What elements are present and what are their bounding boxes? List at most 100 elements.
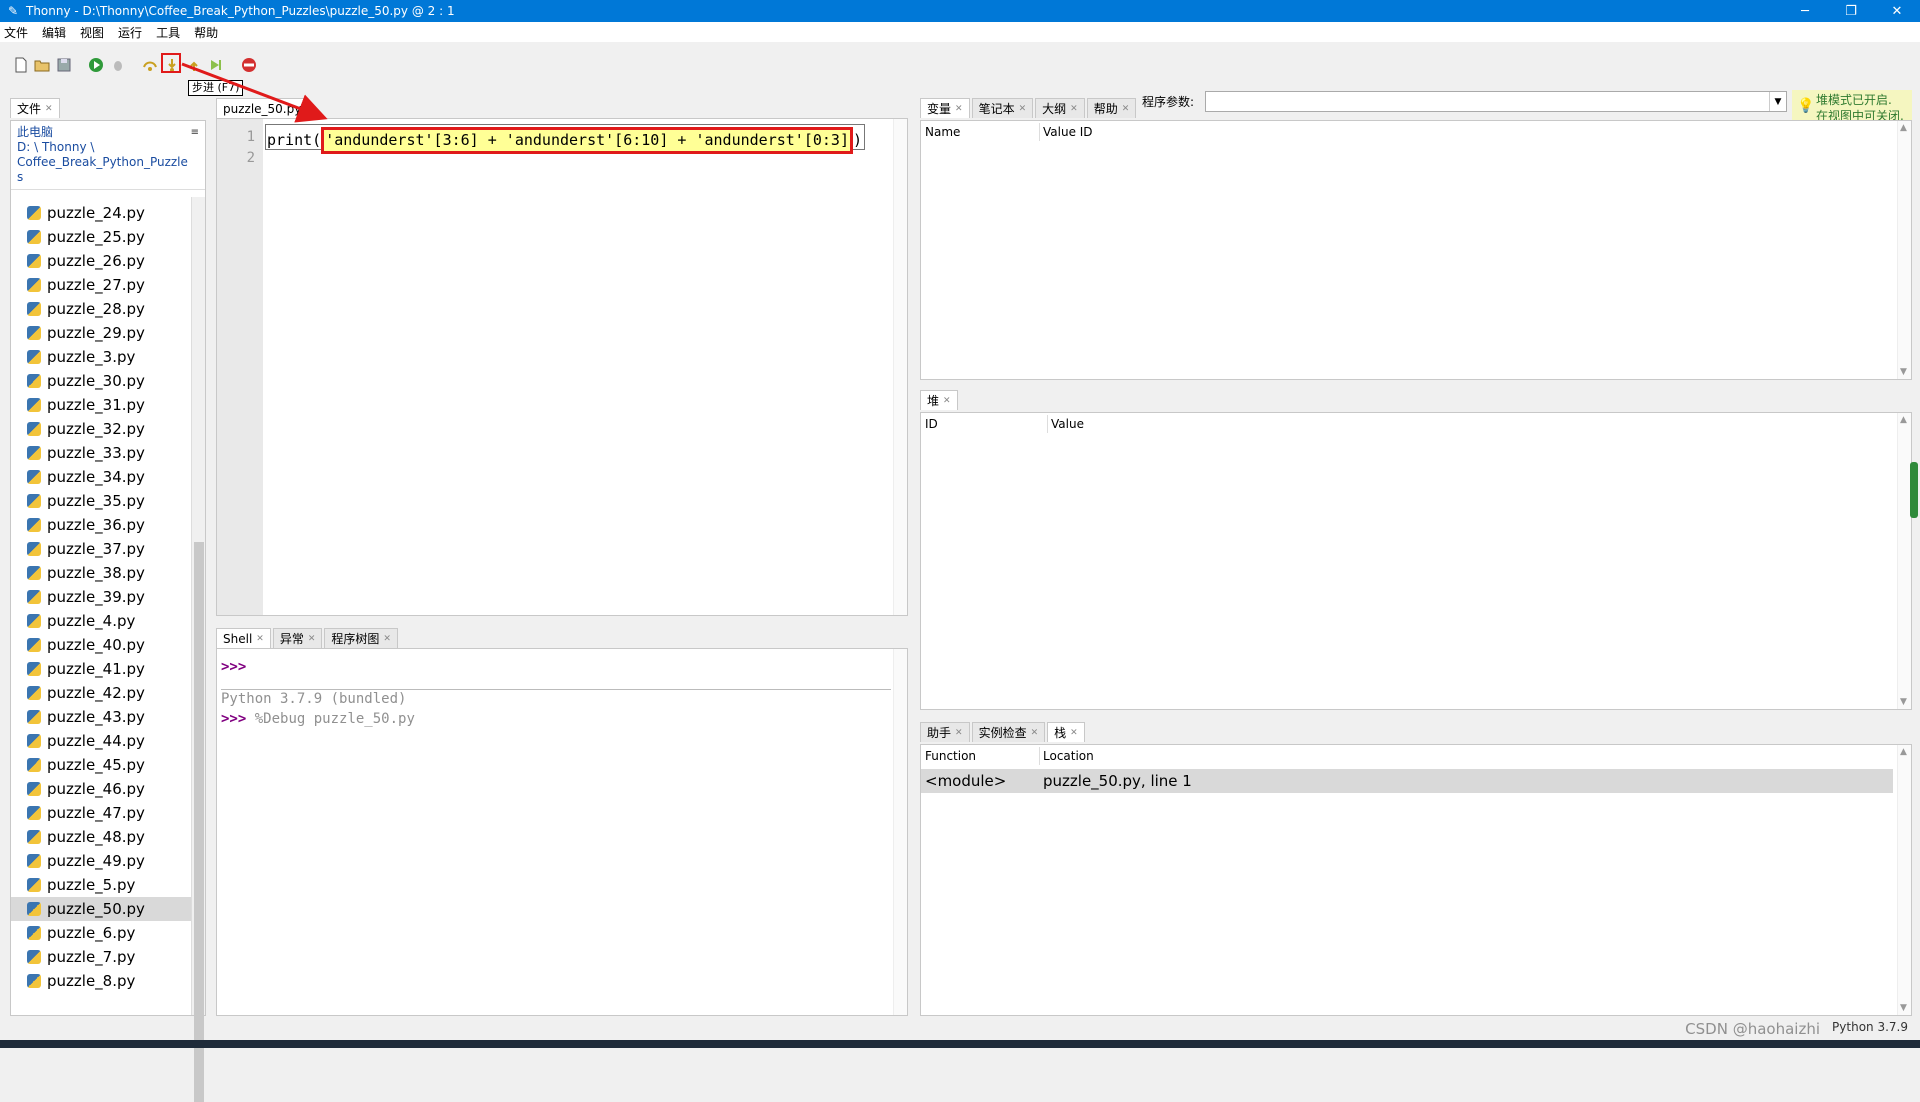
heap-scrollbar[interactable]: ▲ ▼ (1897, 413, 1911, 709)
column-header-value[interactable]: Value (1051, 417, 1084, 431)
variables-scrollbar[interactable]: ▲ ▼ (1897, 121, 1911, 379)
menu-run[interactable]: 运行 (118, 24, 142, 41)
file-list-item[interactable]: puzzle_5.py (11, 873, 191, 897)
stack-frame-row[interactable]: <module> puzzle_50.py, line 1 (921, 769, 1893, 793)
file-list-item[interactable]: puzzle_6.py (11, 921, 191, 945)
file-list-item[interactable]: puzzle_38.py (11, 561, 191, 585)
close-icon[interactable]: ✕ (943, 391, 951, 411)
file-list-item[interactable]: puzzle_7.py (11, 945, 191, 969)
scroll-down-icon[interactable]: ▼ (1900, 367, 1907, 377)
heap-scroll-indicator[interactable] (1910, 462, 1918, 518)
tab-program-tree[interactable]: 程序树图 ✕ (324, 628, 398, 648)
file-list-item[interactable]: puzzle_47.py (11, 801, 191, 825)
file-list-item[interactable]: puzzle_35.py (11, 489, 191, 513)
resume-button[interactable] (207, 56, 225, 74)
close-icon[interactable]: ✕ (45, 99, 53, 119)
close-icon[interactable]: ✕ (955, 99, 963, 119)
scroll-down-icon[interactable]: ▼ (1900, 697, 1907, 707)
tab-notebook[interactable]: 笔记本 ✕ (971, 98, 1034, 119)
file-list-item[interactable]: puzzle_40.py (11, 633, 191, 657)
file-list-item[interactable]: puzzle_48.py (11, 825, 191, 849)
shell-panel[interactable]: >>> Python 3.7.9 (bundled) >>> %Debug pu… (216, 648, 908, 1016)
scroll-up-icon[interactable]: ▲ (1900, 747, 1907, 757)
tab-object-inspector[interactable]: 实例检查 ✕ (971, 722, 1046, 743)
column-header-id[interactable]: ID (925, 417, 938, 431)
file-list-item[interactable]: puzzle_42.py (11, 681, 191, 705)
file-list-item[interactable]: puzzle_41.py (11, 657, 191, 681)
file-list-item[interactable]: puzzle_46.py (11, 777, 191, 801)
close-window-button[interactable]: ✕ (1874, 0, 1920, 22)
maximize-button[interactable]: ❐ (1828, 0, 1874, 22)
file-list-item[interactable]: puzzle_36.py (11, 513, 191, 537)
files-scrollbar-thumb[interactable] (194, 542, 204, 1102)
file-list-item[interactable]: puzzle_24.py (11, 201, 191, 225)
menu-help[interactable]: 帮助 (194, 24, 218, 41)
hamburger-menu-icon[interactable]: ≡ (191, 125, 199, 140)
file-list-item[interactable]: puzzle_39.py (11, 585, 191, 609)
path-segment-2[interactable]: Coffee_Break_Python_Puzzle (17, 155, 201, 170)
column-header-name[interactable]: Name (925, 125, 960, 139)
menu-file[interactable]: 文件 (4, 24, 28, 41)
column-header-value-id[interactable]: Value ID (1043, 125, 1093, 139)
file-list-item[interactable]: puzzle_27.py (11, 273, 191, 297)
step-over-button[interactable] (141, 56, 159, 74)
close-icon[interactable]: ✕ (1122, 99, 1130, 119)
file-list-item[interactable]: puzzle_30.py (11, 369, 191, 393)
file-list-item[interactable]: puzzle_34.py (11, 465, 191, 489)
shell-scrollbar[interactable] (893, 649, 907, 1015)
close-icon[interactable]: ✕ (308, 629, 316, 649)
scroll-up-icon[interactable]: ▲ (1900, 415, 1907, 425)
menu-edit[interactable]: 编辑 (42, 24, 66, 41)
tab-files[interactable]: 文件 ✕ (10, 98, 60, 118)
tab-exception[interactable]: 异常 ✕ (272, 628, 323, 649)
column-header-location[interactable]: Location (1043, 749, 1094, 763)
new-file-button[interactable] (12, 56, 30, 74)
tab-outline[interactable]: 大纲 ✕ (1035, 98, 1085, 118)
close-icon[interactable]: ✕ (955, 723, 963, 743)
column-divider[interactable] (1039, 747, 1040, 765)
menu-tools[interactable]: 工具 (156, 24, 180, 41)
close-icon[interactable]: ✕ (1070, 723, 1078, 743)
file-list-item[interactable]: puzzle_29.py (11, 321, 191, 345)
close-icon[interactable]: ✕ (256, 629, 264, 649)
file-list-item[interactable]: puzzle_31.py (11, 393, 191, 417)
tab-heap[interactable]: 堆 ✕ (920, 390, 958, 410)
column-divider[interactable] (1039, 123, 1040, 141)
menu-view[interactable]: 视图 (80, 24, 104, 41)
scroll-up-icon[interactable]: ▲ (1900, 123, 1907, 133)
path-segment-3[interactable]: s (17, 170, 201, 185)
file-list-item[interactable]: puzzle_4.py (11, 609, 191, 633)
stop-button[interactable] (240, 56, 258, 74)
run-button[interactable] (87, 56, 105, 74)
debug-button[interactable] (109, 56, 127, 74)
file-list-item[interactable]: puzzle_3.py (11, 345, 191, 369)
save-button[interactable] (55, 56, 73, 74)
file-list-item[interactable]: puzzle_49.py (11, 849, 191, 873)
tab-variables[interactable]: 变量 ✕ (920, 98, 970, 118)
file-list-item[interactable]: puzzle_32.py (11, 417, 191, 441)
file-list-item[interactable]: puzzle_33.py (11, 441, 191, 465)
step-out-button[interactable] (185, 56, 203, 74)
scroll-down-icon[interactable]: ▼ (1900, 1003, 1907, 1013)
file-list-item[interactable]: puzzle_37.py (11, 537, 191, 561)
file-list-item[interactable]: puzzle_26.py (11, 249, 191, 273)
tab-puzzle-50[interactable]: puzzle_50.py (216, 98, 309, 118)
close-icon[interactable]: ✕ (1031, 723, 1039, 743)
path-segment-1[interactable]: D: \ Thonny \ (17, 140, 201, 155)
column-header-function[interactable]: Function (925, 749, 976, 763)
chevron-down-icon[interactable]: ▼ (1769, 92, 1786, 111)
file-list-item[interactable]: puzzle_45.py (11, 753, 191, 777)
file-list-item[interactable]: puzzle_28.py (11, 297, 191, 321)
file-list-item[interactable]: puzzle_25.py (11, 225, 191, 249)
close-icon[interactable]: ✕ (1019, 99, 1027, 119)
open-file-button[interactable] (33, 56, 51, 74)
close-icon[interactable]: ✕ (1070, 99, 1078, 119)
file-list-item[interactable]: puzzle_8.py (11, 969, 191, 993)
close-icon[interactable]: ✕ (383, 629, 391, 649)
this-pc-link[interactable]: 此电脑 (17, 125, 201, 140)
program-args-input[interactable]: ▼ (1205, 91, 1787, 112)
minimize-button[interactable]: ─ (1782, 0, 1828, 22)
tab-help[interactable]: 帮助 ✕ (1086, 98, 1137, 119)
tab-stack[interactable]: 栈 ✕ (1047, 722, 1085, 742)
tab-shell[interactable]: Shell ✕ (216, 628, 271, 648)
